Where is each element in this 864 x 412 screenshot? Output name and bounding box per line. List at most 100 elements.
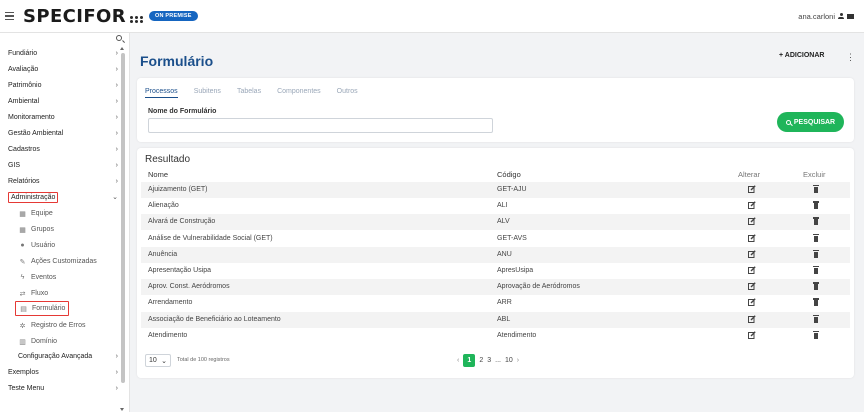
scroll-down-icon[interactable] [120,408,124,411]
edit-icon[interactable] [748,282,756,291]
sidebar-subitem-grupos[interactable]: ▦ Grupos [18,223,54,236]
page-size-select[interactable]: 10 ⌄ [145,354,171,367]
trash-icon[interactable] [813,298,819,307]
edit-icon[interactable] [748,250,756,258]
sidebar-subitem-usuario[interactable]: ● Usuário [18,239,55,252]
next-page-button[interactable]: › [517,357,519,364]
search-icon [785,119,791,125]
cell-nome: Alvará de Construção [148,218,216,226]
table-row[interactable]: Arrendamento ARR [141,295,850,311]
trash-icon[interactable] [813,233,819,242]
tab-componentes[interactable]: Componentes [277,88,321,98]
column-header-codigo[interactable]: Código [497,170,521,179]
tab-tabelas[interactable]: Tabelas [237,88,261,98]
app-logo[interactable]: SPECIFOR [23,6,144,27]
sidebar-subitem-eventos[interactable]: ϟ Eventos [18,271,57,284]
sidebar-subitem-equipe[interactable]: ▦ Equipe [18,207,53,220]
tab-outros[interactable]: Outros [337,88,358,98]
menu-icon[interactable] [5,12,14,20]
user-icon[interactable] [838,13,844,19]
scroll-up-icon[interactable] [120,47,124,50]
groups-icon: ▦ [19,226,26,234]
sidebar-scrollbar[interactable] [120,47,125,411]
sidebar-item-patrimonio[interactable]: Patrimônio › [8,78,120,92]
chevron-right-icon: › [115,81,118,89]
sidebar-item-relatorios[interactable]: Relatórios › [8,174,120,188]
page-10-button[interactable]: 10 [505,357,513,364]
cell-codigo: Atendimento [497,331,537,339]
sidebar-subitem-fluxo[interactable]: ⇄ Fluxo [18,287,49,300]
chevron-down-icon: ⌄ [112,194,118,201]
sidebar-item-cadastros[interactable]: Cadastros › [8,142,120,156]
sidebar-item-teste-menu[interactable]: Teste Menu › [8,381,120,395]
trash-icon[interactable] [813,201,819,210]
trash-icon[interactable] [813,282,819,291]
table-row[interactable]: Apresentação Usipa ApresUsipa [141,263,850,279]
mail-icon[interactable] [847,13,854,19]
sidebar-item-exemplos[interactable]: Exemplos › [8,365,120,379]
edit-icon[interactable] [748,185,756,193]
cell-codigo: ABL [497,315,511,323]
edit-icon[interactable] [748,233,756,242]
form-name-label: Nome do Formulário [148,108,217,115]
table-row[interactable]: Associação de Beneficiário ao Loteamento… [141,311,850,328]
trash-icon[interactable] [813,217,819,226]
table-row[interactable]: Atendimento Atendimento [141,328,850,344]
edit-icon[interactable] [748,314,756,323]
pagination-ellipsis: ... [495,357,501,364]
table-row[interactable]: Análise de Vulnerabilidade Social (GET) G… [141,231,850,247]
table-row[interactable]: Anuência ANU [141,246,850,263]
chevron-right-icon: › [115,145,118,153]
tab-processos[interactable]: Processos [145,88,178,98]
search-icon[interactable] [116,35,122,41]
kebab-menu-icon[interactable]: ⋮ [846,52,855,63]
chevron-right-icon: › [115,49,118,57]
table-row[interactable]: Alvará de Construção ALV [141,214,850,231]
table-row[interactable]: Alienação ALI [141,198,850,214]
page-3-button[interactable]: 3 [487,357,491,364]
cell-nome: Apresentação Usipa [148,267,212,274]
sidebar-item-fundiario[interactable]: Fundiário › [8,46,120,60]
edit-icon[interactable] [748,217,756,226]
trash-icon[interactable] [813,330,819,339]
user-icon: ● [20,242,25,249]
user-menu[interactable]: ana.carloni [798,12,854,21]
edit-icon[interactable] [748,201,756,210]
sidebar-item-ambiental[interactable]: Ambiental › [8,94,120,108]
chevron-right-icon: › [115,97,118,105]
table-row[interactable]: Aprov. Const. Aeródromos Aprovação de Aer… [141,279,850,296]
edit-icon[interactable] [748,298,756,307]
edit-icon[interactable] [748,331,756,339]
sidebar-item-administracao[interactable]: Administração ⌄ [8,190,120,204]
sidebar-subitem-formulario[interactable]: ▤ Formulário [15,301,70,316]
sidebar-item-configuracao-avancada[interactable]: Configuração Avançada › [18,349,120,363]
cell-codigo: ALV [497,218,510,226]
tab-subitens[interactable]: Subitens [194,88,221,98]
page-title: Formulário [140,53,214,69]
scroll-thumb[interactable] [120,53,125,383]
sidebar-item-gestao-ambiental[interactable]: Gestão Ambiental › [8,126,120,140]
chevron-right-icon: › [115,384,118,392]
trash-icon[interactable] [813,249,819,258]
trash-icon[interactable] [813,314,819,323]
table-row[interactable]: Ajuizamento (GET) GET-AJU [141,182,850,198]
sidebar-subitem-acoes-customizadas[interactable]: ✎ Ações Customizadas [18,255,97,268]
cell-nome: Arrendamento [148,299,193,307]
page-2-button[interactable]: 2 [479,357,483,364]
form-name-input[interactable] [148,118,493,133]
results-title: Resultado [145,154,191,165]
page-1-button[interactable]: 1 [463,354,476,367]
edit-icon[interactable] [748,266,756,274]
trash-icon[interactable] [813,185,819,193]
sidebar-subitem-dominio[interactable]: ▥ Domínio [18,335,57,348]
sidebar-item-monitoramento[interactable]: Monitoramento › [8,110,120,124]
column-header-nome[interactable]: Nome [148,170,168,179]
sidebar-item-gis[interactable]: GIS › [8,158,120,172]
add-button[interactable]: + ADICIONAR [779,52,824,59]
search-button[interactable]: PESQUISAR [777,112,844,132]
sidebar-item-avaliacao[interactable]: Avaliação › [8,62,120,76]
prev-page-button[interactable]: ‹ [457,357,459,364]
sidebar-subitem-registro-de-erros[interactable]: ✲ Registro de Erros [18,319,86,332]
form-icon: ▤ [20,305,27,313]
trash-icon[interactable] [813,266,819,274]
